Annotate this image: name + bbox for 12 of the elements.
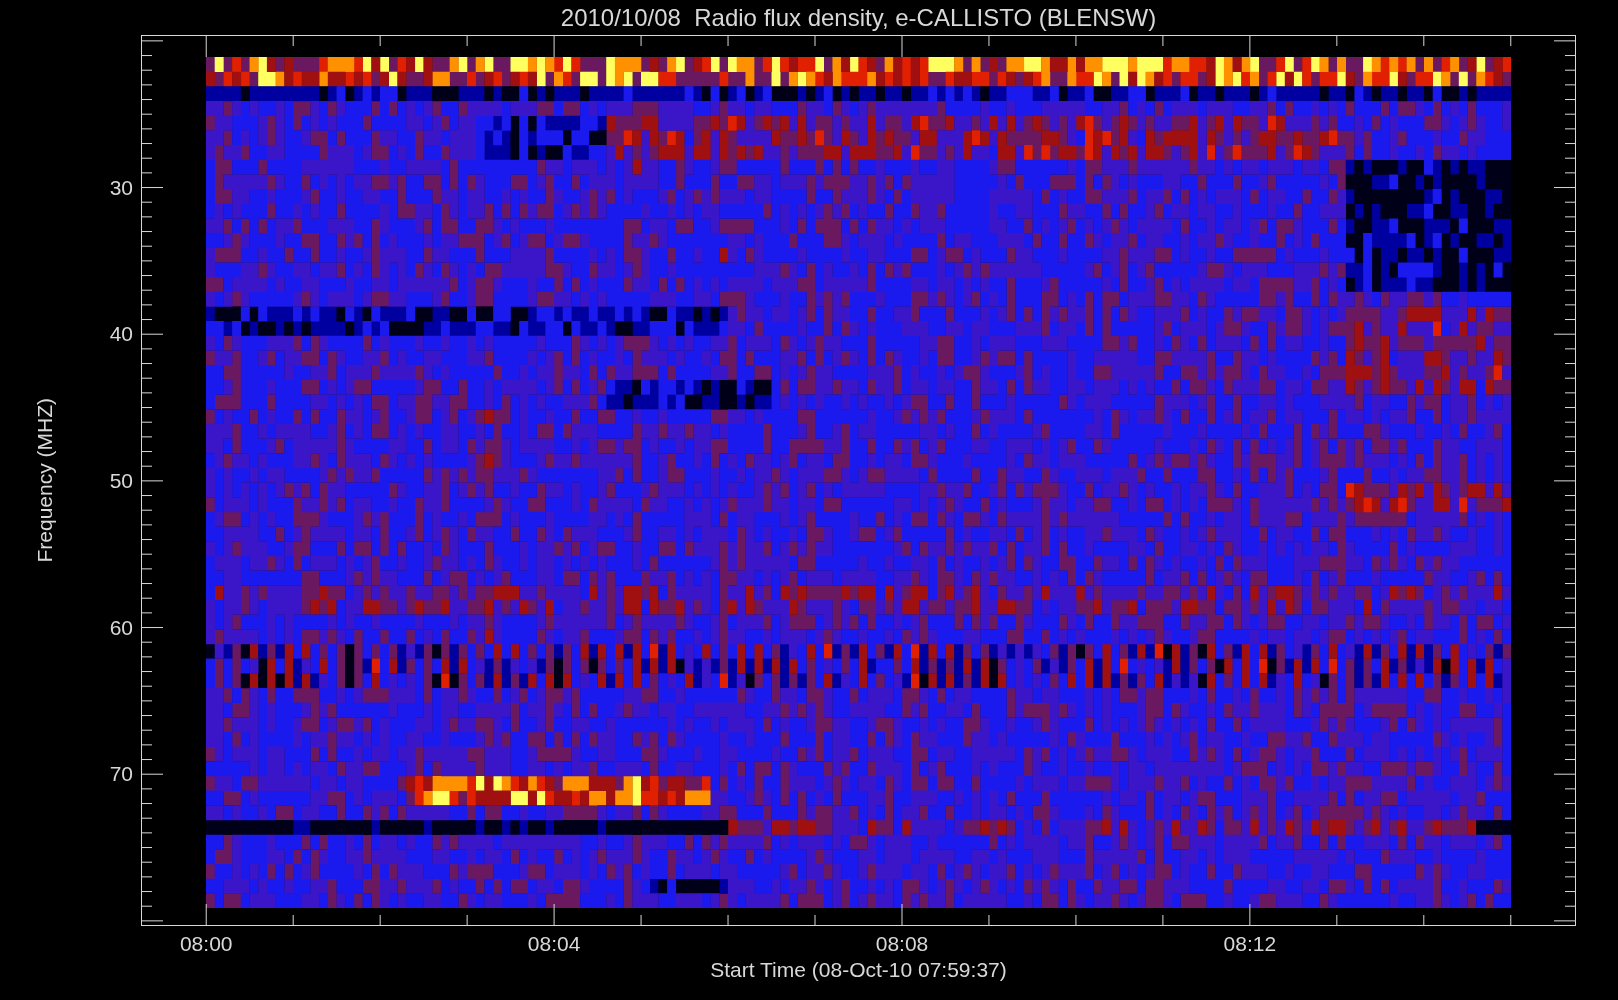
tick-label: 40 <box>109 322 133 347</box>
axis-label: Start Time (08-Oct-10 07:59:37) <box>710 958 1007 982</box>
tick-label: 60 <box>109 615 133 640</box>
tick-label: 08:08 <box>875 932 929 956</box>
tick-label: 50 <box>109 468 133 493</box>
tick-label: 30 <box>109 175 133 200</box>
tick-label: 08:00 <box>179 932 233 956</box>
tick-label: 70 <box>109 762 133 787</box>
plot-title: 2010/10/08 Radio flux density, e-CALLISTO (BLENSW) <box>560 3 1157 32</box>
axis-label: Frequency (MHZ) <box>33 398 57 563</box>
tick-label: 08:04 <box>527 932 581 956</box>
tick-label: 08:12 <box>1223 932 1277 956</box>
